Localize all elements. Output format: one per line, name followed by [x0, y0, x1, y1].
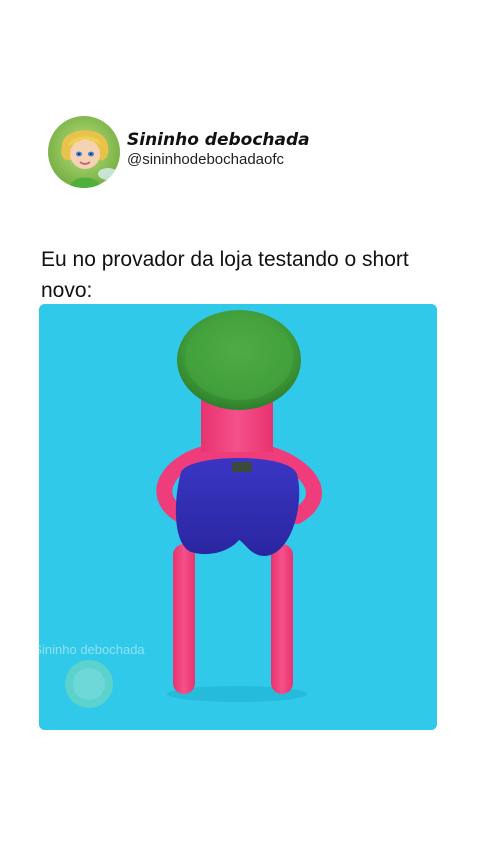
post-image-illustration: Sininho debochada	[39, 304, 437, 730]
post-image[interactable]: Sininho debochada	[39, 304, 437, 730]
post-header: Sininho debochada @sininhodebochadaofc	[48, 116, 310, 188]
fairy-avatar-icon	[48, 116, 120, 188]
post-caption: Eu no provador da loja testando o short …	[41, 248, 409, 302]
display-name[interactable]: Sininho debochada	[127, 130, 310, 150]
post-author: Sininho debochada @sininhodebochadaofc	[127, 130, 310, 169]
watermark-text: Sininho debochada	[39, 642, 145, 657]
avatar[interactable]	[48, 116, 120, 188]
username-handle[interactable]: @sininhodebochadaofc	[127, 151, 310, 169]
